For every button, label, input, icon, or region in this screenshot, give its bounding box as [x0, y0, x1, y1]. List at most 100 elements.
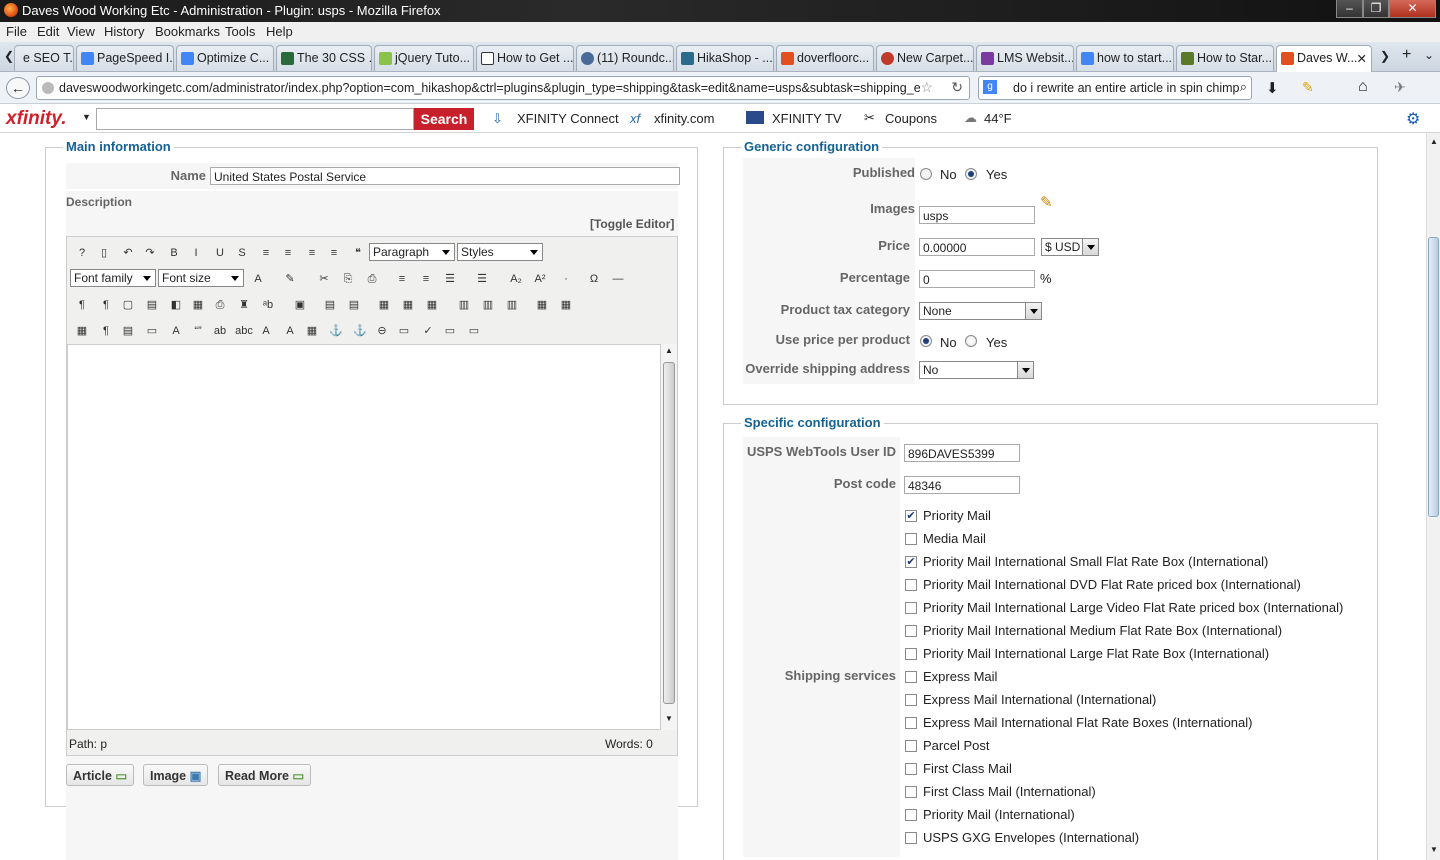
editor-tool-icon[interactable]: ☰ [440, 269, 460, 289]
tab-howtoget[interactable]: How to Get ... [476, 45, 574, 71]
editor-tool-icon[interactable]: A [248, 269, 268, 289]
tab-jquery[interactable]: jQuery Tuto... [374, 45, 474, 71]
scroll-up-icon[interactable]: ▲ [665, 346, 673, 355]
images-input[interactable]: usps [919, 206, 1035, 224]
editor-tool-icon[interactable]: ▦ [374, 295, 394, 315]
xfinity-tv-link[interactable]: XFINITY TV [772, 111, 842, 126]
service-checkbox[interactable]: ✔ [905, 556, 917, 568]
menu-view[interactable]: View [67, 24, 95, 39]
editor-tool-icon[interactable]: ▢ [118, 295, 138, 315]
editor-tool-icon[interactable]: ↶ [118, 243, 138, 263]
page-scroll-up-icon[interactable]: ▲ [1430, 137, 1438, 146]
editor-tool-icon[interactable]: ❝ [348, 243, 368, 263]
editor-tool-icon[interactable]: ⎘ [338, 269, 358, 289]
tab-roundcube[interactable]: (11) Roundc... [576, 45, 674, 71]
service-checkbox[interactable] [905, 717, 917, 729]
service-checkbox[interactable] [905, 671, 917, 683]
editor-tool-icon[interactable]: ▦ [72, 321, 92, 341]
editor-tool-icon[interactable]: U [210, 243, 230, 263]
service-checkbox[interactable] [905, 786, 917, 798]
service-checkbox[interactable] [905, 763, 917, 775]
tab-seo[interactable]: e SEO T... [14, 45, 74, 71]
bookmark-star-icon[interactable]: ☆ [920, 79, 933, 96]
editor-tool-icon[interactable]: ▥ [454, 295, 474, 315]
tab-css[interactable]: The 30 CSS ... [276, 45, 372, 71]
toggle-editor-link[interactable]: [Toggle Editor] [590, 217, 674, 231]
tax-category-select[interactable]: None [919, 302, 1042, 320]
xfinity-menu-chevron-icon[interactable]: ▼ [82, 112, 91, 122]
tab-optimize[interactable]: Optimize C... [176, 45, 274, 71]
service-checkbox[interactable] [905, 694, 917, 706]
editor-tool-icon[interactable]: ▭ [394, 321, 414, 341]
home-icon[interactable]: ⌂ [1358, 78, 1368, 96]
addon-icon[interactable]: ✈ [1394, 79, 1406, 96]
editor-tool-icon[interactable]: ▣ [290, 295, 310, 315]
coupons-link[interactable]: Coupons [885, 111, 937, 126]
url-input[interactable]: daveswoodworkingetc.com/administrator/in… [36, 76, 970, 100]
menu-edit[interactable]: Edit [37, 24, 59, 39]
tab-newcarpet[interactable]: New Carpet... [876, 45, 974, 71]
editor-tool-icon[interactable]: ᵃb [258, 295, 278, 315]
weather-temp[interactable]: 44°F [984, 111, 1012, 126]
service-checkbox[interactable] [905, 740, 917, 752]
editor-tool-icon[interactable]: ▭ [440, 321, 460, 341]
editor-tool-icon[interactable]: “” [188, 321, 208, 341]
editor-tool-icon[interactable]: ⎙ [362, 269, 382, 289]
editor-tool-icon[interactable]: ¶ [96, 321, 116, 341]
editor-tool-icon[interactable]: ✎ [280, 269, 300, 289]
xfinity-com-link[interactable]: xfinity.com [654, 111, 714, 126]
editor-tool-icon[interactable]: ▤ [118, 321, 138, 341]
service-checkbox[interactable] [905, 625, 917, 637]
tab-scroll-right-icon[interactable]: ❯ [1380, 49, 1390, 63]
tab-doverfloor[interactable]: doverfloorc... [776, 45, 874, 71]
editor-tool-icon[interactable]: ¶ [72, 295, 92, 315]
menu-bookmarks[interactable]: Bookmarks [155, 24, 220, 39]
scroll-down-icon[interactable]: ▼ [665, 714, 673, 723]
service-checkbox[interactable]: ✔ [905, 510, 917, 522]
editor-tool-icon[interactable]: ✂ [314, 269, 334, 289]
scroll-thumb[interactable] [663, 362, 675, 704]
service-checkbox[interactable] [905, 809, 917, 821]
editor-tool-icon[interactable]: A [280, 321, 300, 341]
editor-tool-icon[interactable]: ▭ [142, 321, 162, 341]
use-price-no-radio[interactable] [920, 335, 932, 347]
minimize-button[interactable]: ‒ [1336, 0, 1363, 18]
published-no-radio[interactable] [920, 168, 932, 180]
percentage-input[interactable]: 0 [919, 270, 1035, 288]
styles-select[interactable]: Styles [457, 243, 543, 261]
close-window-button[interactable]: ✕ [1389, 0, 1436, 18]
usps-user-id-input[interactable]: 896DAVES5399 [904, 444, 1020, 462]
font-family-select[interactable]: Font family [70, 269, 156, 287]
editor-tool-icon[interactable]: — [608, 269, 628, 289]
editor-tool-icon[interactable]: ▤ [320, 295, 340, 315]
tab-howtostar[interactable]: How to Star... [1176, 45, 1274, 71]
editor-tool-icon[interactable]: ▦ [556, 295, 576, 315]
back-button[interactable]: ← [6, 77, 30, 99]
read-more-button[interactable]: Read More ▭ [218, 764, 312, 786]
google-search-engine-icon[interactable]: g [983, 80, 997, 94]
image-button[interactable]: Image ▣ [143, 764, 209, 786]
editor-tool-icon[interactable]: ✓ [418, 321, 438, 341]
editor-tool-icon[interactable]: ▥ [478, 295, 498, 315]
editor-tool-icon[interactable]: ⚓ [326, 321, 346, 341]
editor-tool-icon[interactable]: · [556, 269, 576, 289]
new-tab-icon[interactable]: + [1402, 46, 1411, 64]
editor-tool-icon[interactable]: ? [72, 243, 92, 263]
tab-lms[interactable]: LMS Websit... [976, 45, 1074, 71]
editor-tool-icon[interactable]: ≡ [278, 243, 298, 263]
toolbar-settings-gear-icon[interactable]: ⚙ [1406, 109, 1420, 129]
editor-tool-icon[interactable]: abc [234, 321, 254, 341]
editor-tool-icon[interactable]: S [232, 243, 252, 263]
editor-tool-icon[interactable]: ≡ [302, 243, 322, 263]
menu-history[interactable]: History [104, 24, 144, 39]
editor-tool-icon[interactable]: ▤ [344, 295, 364, 315]
price-input[interactable]: 0.00000 [919, 238, 1035, 256]
article-button[interactable]: Article ▭ [66, 764, 135, 786]
use-price-yes-radio[interactable] [965, 335, 977, 347]
service-checkbox[interactable] [905, 579, 917, 591]
override-shipping-select[interactable]: No [919, 361, 1034, 379]
tab-pagespeed[interactable]: PageSpeed I... [76, 45, 174, 71]
editor-tool-icon[interactable]: ☰ [472, 269, 492, 289]
editor-tool-icon[interactable]: ▤ [142, 295, 162, 315]
name-input[interactable]: United States Postal Service [210, 167, 680, 185]
